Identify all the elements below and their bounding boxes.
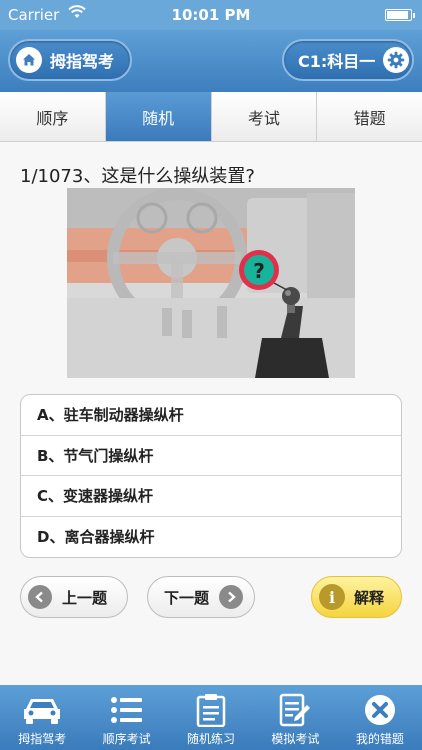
- next-question-label: 下一题: [164, 588, 210, 607]
- previous-question-button[interactable]: 上一题: [20, 576, 128, 618]
- info-icon: i: [319, 584, 345, 610]
- nav-label-home: 拇指驾考: [18, 732, 67, 746]
- chevron-right-icon: [219, 585, 244, 609]
- svg-text:?: ?: [253, 259, 265, 283]
- tab-exam[interactable]: 考试: [211, 92, 318, 141]
- license-label: C1:科目一: [298, 52, 376, 71]
- clipboard-icon: [196, 692, 226, 728]
- nav-label-my-mistakes: 我的错题: [355, 732, 404, 746]
- tab-mistakes[interactable]: 错题: [317, 92, 422, 141]
- nav-label-random-practice: 随机练习: [187, 732, 236, 746]
- question-text: 1/1073、这是什么操纵装置?: [20, 166, 255, 187]
- question-image: ?: [67, 188, 355, 378]
- nav-item-my-mistakes[interactable]: 我的错题: [338, 685, 422, 750]
- home-button[interactable]: 拇指驾考: [8, 39, 132, 81]
- nav-label-sequential-exam: 顺序考试: [102, 732, 151, 746]
- option-d[interactable]: D、离合器操纵杆: [21, 517, 401, 558]
- bottom-navigation: 拇指驾考 顺序考试 随机练习 模拟考试 我的错题: [0, 685, 422, 750]
- list-icon: [110, 692, 144, 728]
- option-b[interactable]: B、节气门操纵杆: [21, 436, 401, 476]
- home-label: 拇指驾考: [50, 52, 115, 71]
- nav-item-sequential-exam[interactable]: 顺序考试: [84, 685, 168, 750]
- home-icon: [16, 47, 42, 73]
- gear-icon: [383, 47, 410, 73]
- explain-label: 解释: [354, 588, 385, 607]
- option-a[interactable]: A、驻车制动器操纵杆: [21, 395, 401, 436]
- option-c[interactable]: C、变速器操纵杆: [21, 476, 401, 517]
- mode-tabs: 顺序 随机 考试 错题: [0, 92, 422, 142]
- chevron-left-icon: [28, 585, 52, 609]
- tab-sequential[interactable]: 顺序: [0, 92, 106, 141]
- answer-options: A、驻车制动器操纵杆 B、节气门操纵杆 C、变速器操纵杆 D、离合器操纵杆: [20, 394, 402, 558]
- nav-item-home[interactable]: 拇指驾考: [0, 685, 84, 750]
- close-circle-icon: [364, 692, 396, 728]
- clock: 10:01 PM: [171, 6, 251, 24]
- previous-question-label: 上一题: [62, 588, 108, 607]
- status-bar: Carrier 10:01 PM: [0, 0, 422, 30]
- battery-icon: [385, 9, 415, 21]
- nav-item-random-practice[interactable]: 随机练习: [169, 685, 253, 750]
- nav-label-mock-exam: 模拟考试: [271, 732, 320, 746]
- nav-item-mock-exam[interactable]: 模拟考试: [253, 685, 337, 750]
- next-question-button[interactable]: 下一题: [147, 576, 255, 618]
- app-header: 拇指驾考 C1:科目一: [0, 30, 422, 92]
- car-icon: [22, 692, 62, 728]
- explain-button[interactable]: i 解释: [311, 576, 402, 618]
- license-type-button[interactable]: C1:科目一: [282, 39, 414, 81]
- tab-random[interactable]: 随机: [105, 92, 212, 141]
- edit-document-icon: [279, 692, 311, 728]
